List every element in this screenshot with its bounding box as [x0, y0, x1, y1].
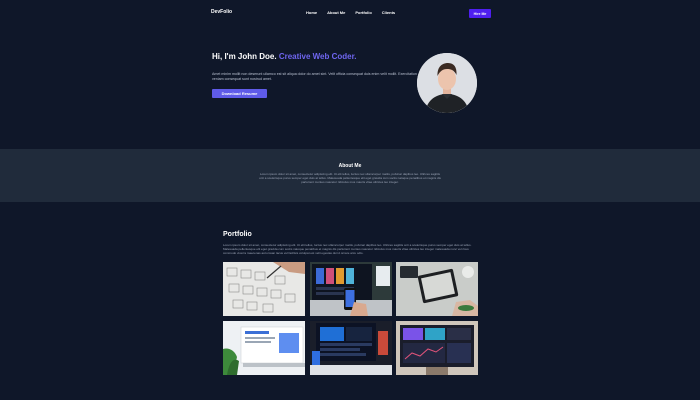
portfolio-item-wireframe-sketches[interactable] [223, 262, 305, 316]
hire-me-button[interactable]: Hire Me [469, 9, 491, 18]
portfolio-grid [223, 262, 478, 376]
nav-link-about[interactable]: About Me [327, 10, 345, 15]
download-resume-button[interactable]: Download Resume [212, 89, 267, 98]
hero-description: Amet minim mollit non deserunt ullamco e… [212, 72, 417, 81]
hero-title-plain: Hi, I'm John Doe. [212, 52, 277, 61]
about-title: About Me [338, 163, 362, 169]
hero-title-accent: Creative Web Coder. [278, 52, 357, 61]
about-section: About Me Lorem ipsum dolor sit amet, con… [0, 149, 700, 202]
nav-link-portfolio[interactable]: Portfolio [355, 10, 371, 15]
site-logo[interactable]: DevFolio [211, 9, 232, 15]
portfolio-title: Portfolio [223, 231, 252, 238]
about-text: Lorem ipsum dolor sit amet, consectetur … [259, 172, 441, 185]
portfolio-item-mobile-app-on-laptop[interactable] [309, 262, 392, 316]
hero-title: Hi, I'm John Doe. Creative Web Coder. [212, 52, 362, 61]
portfolio-item-laptop-web-design[interactable] [223, 321, 305, 375]
portfolio-item-tablet-on-desk[interactable] [396, 262, 478, 316]
top-navigation: DevFolio Home About Me Portfolio Clients… [0, 0, 700, 26]
profile-photo [417, 53, 477, 113]
nav-links: Home About Me Portfolio Clients [306, 10, 395, 15]
portfolio-description: Lorem ipsum dolor sit amet, consectetur … [223, 243, 472, 256]
nav-link-clients[interactable]: Clients [382, 10, 395, 15]
nav-link-home[interactable]: Home [306, 10, 317, 15]
portfolio-item-desktop-ui-screen[interactable] [396, 321, 478, 375]
portfolio-item-dashboard-monitor[interactable] [309, 321, 392, 375]
